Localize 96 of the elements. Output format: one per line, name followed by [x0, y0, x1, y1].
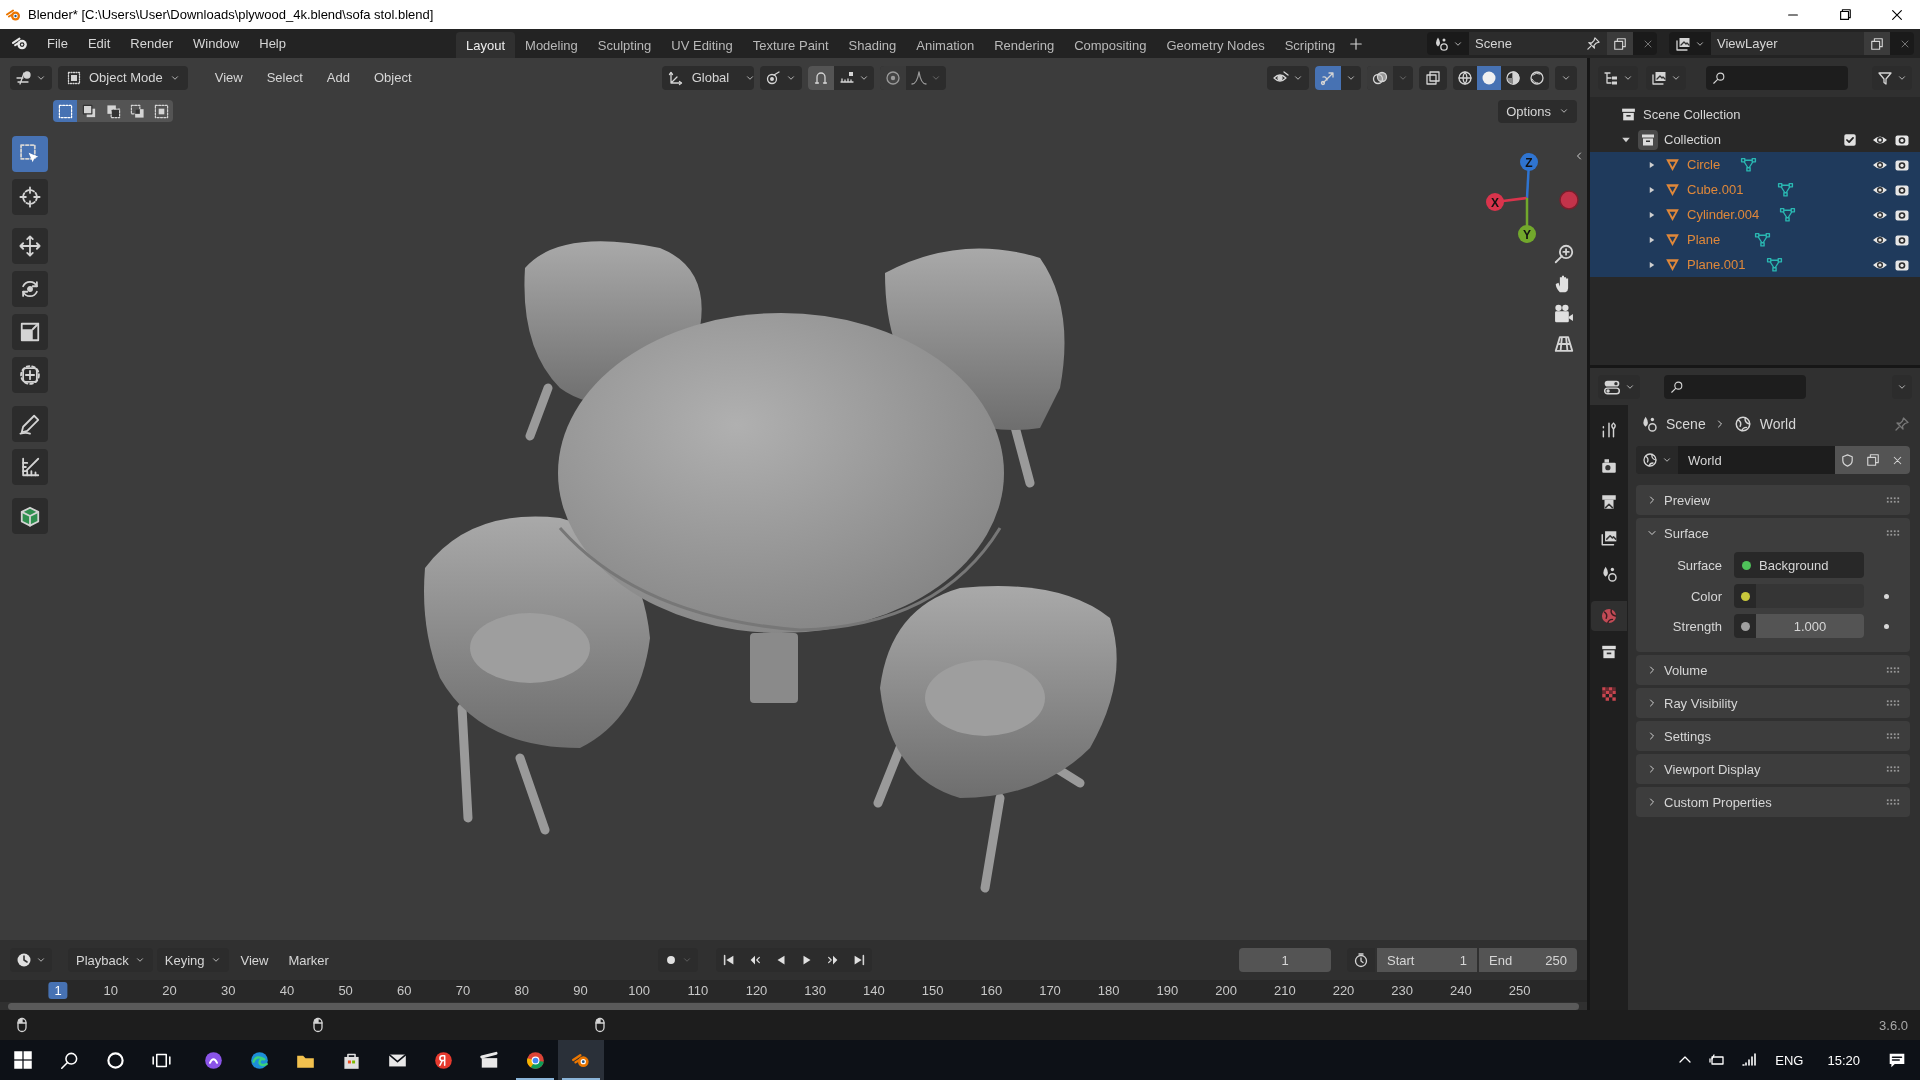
tree-item[interactable]: Circle — [1687, 157, 1721, 172]
axis-handle[interactable]: Y — [1518, 198, 1536, 243]
frame-number: 110 — [687, 983, 709, 998]
clock[interactable]: 15:20 — [1813, 1052, 1874, 1068]
panel-title[interactable]: Preview — [1664, 492, 1711, 508]
field-value: 1 — [1459, 952, 1467, 968]
shader-dropdown[interactable]: Background — [1734, 552, 1864, 578]
orientation-dropdown[interactable]: Global — [661, 65, 754, 90]
panel-title[interactable]: Custom Properties — [1664, 794, 1772, 810]
menu-item[interactable]: Add — [317, 65, 359, 90]
workspace-tab[interactable]: Shading — [838, 32, 907, 58]
frame-number: 180 — [1097, 983, 1120, 998]
frame-number: 200 — [1215, 983, 1237, 998]
panel-title[interactable]: Settings — [1664, 728, 1711, 744]
breadcrumb-item[interactable]: Scene — [1666, 416, 1706, 432]
frame-number: 240 — [1450, 983, 1472, 998]
frame-number: 100 — [628, 983, 650, 998]
frame-number: 210 — [1274, 983, 1296, 998]
workspace-tab[interactable]: UV Editing — [661, 32, 743, 58]
tree-item[interactable]: Scene Collection — [1643, 107, 1741, 122]
menu-item[interactable]: Marker — [280, 948, 337, 972]
tree-item[interactable]: Plane — [1687, 232, 1721, 247]
frame-number: 160 — [980, 983, 1003, 998]
workspace-tab[interactable]: Layout — [456, 32, 516, 58]
workspace-tab[interactable]: Sculpting — [587, 32, 662, 58]
menu-item[interactable]: Object — [364, 65, 421, 90]
frame-number: 30 — [221, 983, 236, 998]
breadcrumb-item[interactable]: World — [1759, 416, 1796, 432]
menu-dropdown[interactable]: Keying — [156, 948, 229, 972]
workspace-tab[interactable]: Scripting — [1274, 32, 1346, 58]
workspace-tab[interactable]: Rendering — [984, 32, 1065, 58]
menu-item[interactable]: Help — [249, 31, 296, 56]
panel-title[interactable]: Ray Visibility — [1664, 695, 1738, 711]
frame-number: 230 — [1391, 983, 1414, 998]
frame-number: 20 — [162, 983, 177, 998]
outliner-row[interactable]: Plane.001 — [1590, 252, 1920, 277]
field-label: Start — [1387, 952, 1415, 968]
menu-item[interactable]: File — [37, 31, 78, 56]
field-label: Color — [1689, 588, 1722, 604]
tree-item[interactable]: Cylinder.004 — [1687, 207, 1760, 222]
field-label: End — [1489, 952, 1513, 968]
menu-item[interactable]: Select — [257, 65, 312, 90]
outliner-row[interactable]: Plane — [1590, 227, 1920, 252]
workspace-tab[interactable]: Texture Paint — [742, 32, 839, 58]
scene-name: Scene — [1475, 36, 1512, 51]
outliner-row[interactable]: Cube.001 — [1590, 177, 1920, 202]
menu-item[interactable]: Edit — [77, 31, 121, 56]
axis-handle[interactable]: X — [1486, 193, 1528, 211]
frame-number: 190 — [1156, 983, 1179, 998]
frame-number: 70 — [455, 983, 471, 998]
frame-number: 80 — [514, 983, 529, 998]
options-dropdown[interactable]: Options — [1498, 99, 1577, 123]
panel-title[interactable]: Volume — [1664, 662, 1708, 678]
tree-item[interactable]: Collection — [1664, 132, 1722, 147]
frame-number: 250 — [1508, 983, 1531, 998]
workspace-tab[interactable]: Modeling — [515, 32, 588, 58]
frame-number: 130 — [804, 983, 827, 998]
frame-number: 60 — [397, 983, 412, 998]
field-label: Surface — [1676, 557, 1722, 573]
panel-title[interactable]: Viewport Display — [1664, 761, 1761, 777]
menu-item[interactable]: View — [232, 948, 277, 972]
outliner-row[interactable]: Circle — [1590, 152, 1920, 177]
panel-title[interactable]: Surface — [1664, 525, 1709, 541]
number-field[interactable]: 1.000 — [1756, 614, 1864, 638]
playhead[interactable]: 1 — [48, 982, 68, 999]
workspace-tab[interactable]: Animation — [906, 32, 985, 58]
world-name-field[interactable]: World — [1678, 446, 1835, 474]
frame-number: 90 — [573, 983, 588, 998]
tree-item[interactable]: Cube.001 — [1687, 182, 1744, 197]
frame-number: 50 — [338, 983, 353, 998]
workspace-tab[interactable]: Compositing — [1064, 32, 1157, 58]
outliner-row[interactable]: Cylinder.004 — [1590, 202, 1920, 227]
frame-number: 40 — [279, 983, 295, 998]
end-frame-field[interactable]: End 250 — [1479, 948, 1577, 972]
current-frame-field[interactable]: 1 — [1239, 948, 1331, 972]
frame-number: 150 — [921, 983, 944, 998]
menu-item[interactable]: View — [205, 65, 252, 90]
window-title: Blender* [C:\Users\User\Downloads\plywood_4k.blend\sofa stol.blend] — [28, 7, 434, 22]
menu-dropdown[interactable]: Playback — [68, 948, 153, 972]
frame-number: 140 — [863, 983, 885, 998]
axis-handle[interactable]: Z — [1520, 153, 1538, 199]
menu-item[interactable]: Render — [120, 31, 183, 56]
view-layer-name: ViewLayer — [1717, 36, 1778, 51]
frame-number: 10 — [103, 983, 119, 998]
workspace-tab[interactable]: Geometry Nodes — [1156, 32, 1275, 58]
start-frame-field[interactable]: Start 1 — [1377, 948, 1477, 972]
version-label: 3.6.0 — [1879, 1017, 1908, 1033]
field-label: Strength — [1671, 618, 1722, 634]
frame-number: 120 — [745, 983, 768, 998]
menu-item[interactable]: Window — [183, 31, 250, 56]
frame-number: 170 — [1039, 983, 1061, 998]
tree-item[interactable]: Plane.001 — [1687, 257, 1746, 272]
mode-dropdown[interactable]: Object Mode — [58, 65, 188, 90]
field-value: 250 — [1545, 952, 1567, 968]
frame-number: 220 — [1332, 983, 1355, 998]
language-indicator[interactable]: ENG — [1765, 1052, 1814, 1068]
